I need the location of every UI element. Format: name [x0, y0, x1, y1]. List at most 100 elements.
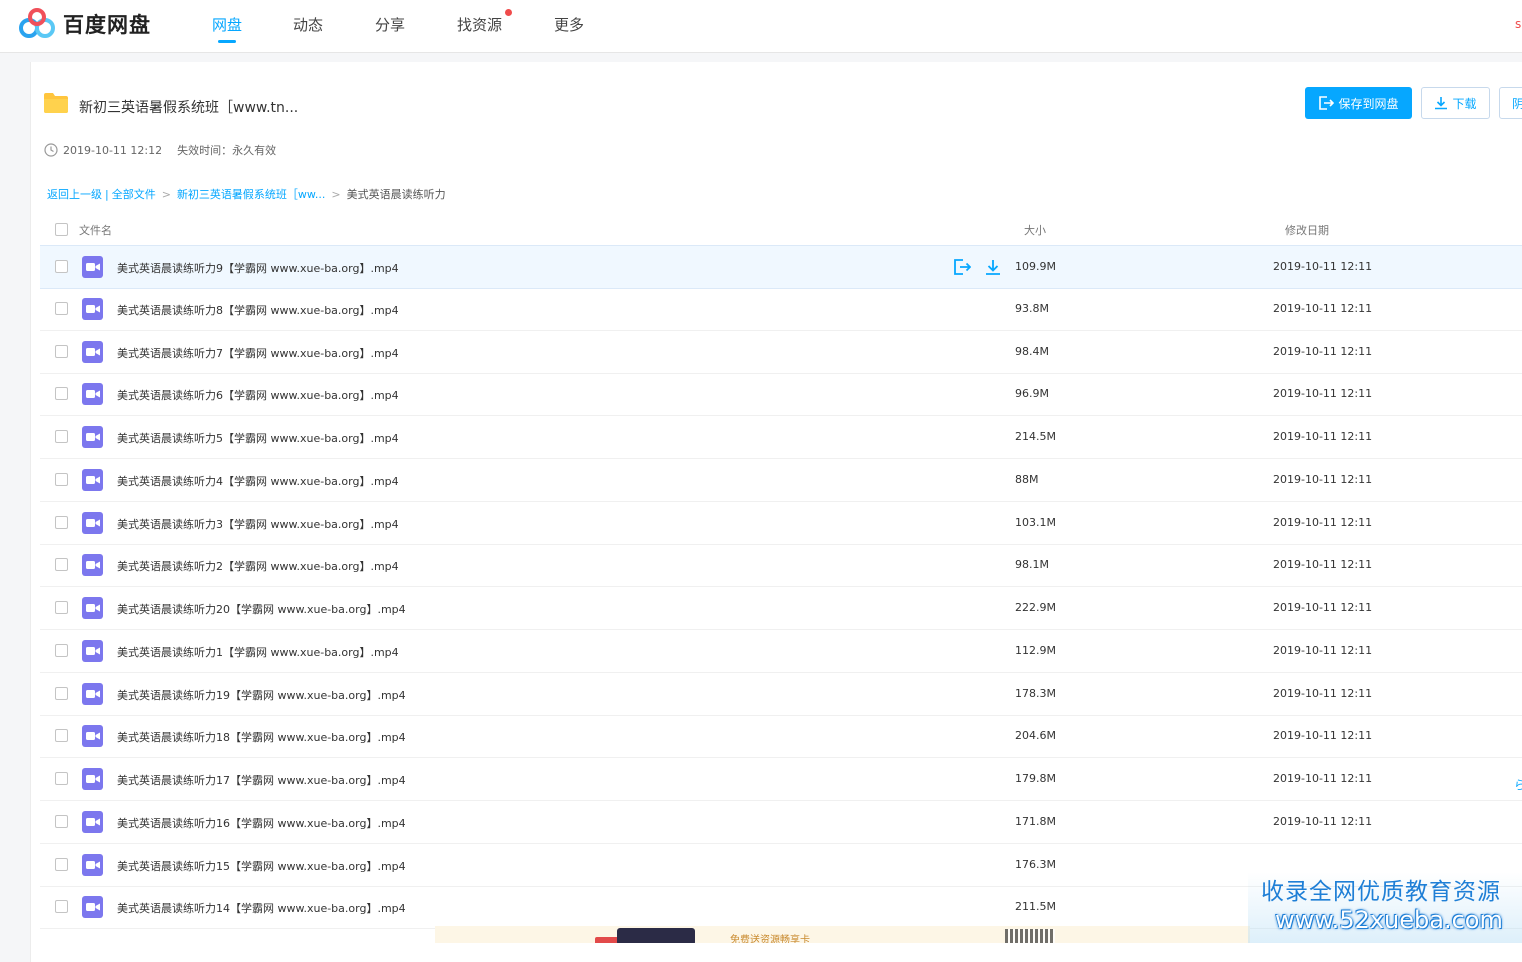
folder-icon	[44, 93, 68, 113]
file-name[interactable]: 美式英语晨读练听力18【学霸网 www.xue-ba.org】.mp4	[117, 729, 406, 745]
table-row[interactable]: 美式英语晨读练听力2【学霸网 www.xue-ba.org】.mp4 98.1M 2…	[40, 544, 1522, 587]
video-file-icon	[82, 854, 103, 876]
file-name[interactable]: 美式英语晨读练听力8【学霸网 www.xue-ba.org】.mp4	[117, 302, 399, 318]
breadcrumb-folder[interactable]: 新初三英语暑假系统班［ww...	[177, 188, 325, 201]
file-name[interactable]: 美式英语晨读练听力7【学霸网 www.xue-ba.org】.mp4	[117, 345, 399, 361]
table-row[interactable]: 美式英语晨读练听力6【学霸网 www.xue-ba.org】.mp4 96.9M 2…	[40, 373, 1522, 416]
row-download-icon[interactable]	[984, 258, 1002, 276]
file-modified-date: 2019-10-11 12:11	[1273, 815, 1373, 828]
row-checkbox[interactable]	[55, 644, 68, 657]
row-checkbox[interactable]	[55, 260, 68, 273]
promo-banner[interactable]: 免费送资源畅享卡	[435, 926, 1250, 943]
table-row[interactable]: 美式英语晨读练听力20【学霸网 www.xue-ba.org】.mp4 222.9…	[40, 587, 1522, 630]
watermark-url: www.52xueba.com	[1275, 906, 1503, 934]
file-modified-date: 2019-10-11 12:11	[1273, 260, 1373, 273]
file-name[interactable]: 美式英语晨读练听力14【学霸网 www.xue-ba.org】.mp4	[117, 900, 406, 916]
breadcrumb-back[interactable]: 返回上一级	[47, 188, 102, 201]
save-to-netdisk-button[interactable]: 保存到网盘	[1305, 87, 1412, 119]
file-modified-date: 2019-10-11 12:11	[1273, 430, 1373, 443]
video-file-icon	[82, 683, 103, 705]
file-name[interactable]: 美式英语晨读练听力6【学霸网 www.xue-ba.org】.mp4	[117, 387, 399, 403]
row-checkbox[interactable]	[55, 473, 68, 486]
file-modified-date: 2019-10-11 12:11	[1273, 644, 1373, 657]
row-checkbox[interactable]	[55, 687, 68, 700]
more-button-label: 阴	[1512, 96, 1522, 111]
video-file-icon	[82, 725, 103, 747]
file-modified-date: 2019-10-11 12:11	[1273, 601, 1373, 614]
file-size: 178.3M	[1015, 687, 1056, 700]
row-checkbox[interactable]	[55, 772, 68, 785]
video-file-icon	[82, 512, 103, 534]
column-header-date[interactable]: 修改日期	[1285, 222, 1329, 238]
table-row[interactable]: 美式英语晨读练听力18【学霸网 www.xue-ba.org】.mp4 204.6…	[40, 715, 1522, 758]
table-row[interactable]: 美式英语晨读练听力3【学霸网 www.xue-ba.org】.mp4 103.1M…	[40, 502, 1522, 545]
row-checkbox[interactable]	[55, 815, 68, 828]
file-name[interactable]: 美式英语晨读练听力19【学霸网 www.xue-ba.org】.mp4	[117, 687, 406, 703]
column-header-size[interactable]: 大小	[1024, 222, 1046, 238]
row-checkbox[interactable]	[55, 387, 68, 400]
share-content-panel: 新初三英语暑假系统班［www.tn... 保存到网盘 下载 阴 2019-10-…	[30, 62, 1522, 962]
baidu-netdisk-logo-icon[interactable]	[18, 8, 56, 40]
table-row[interactable]: 美式英语晨读练听力1【学霸网 www.xue-ba.org】.mp4 112.9M…	[40, 630, 1522, 673]
table-row[interactable]: 美式英语晨读练听力9【学霸网 www.xue-ba.org】.mp4 109.9M…	[40, 245, 1522, 289]
promo-card-image	[617, 928, 695, 943]
file-name[interactable]: 美式英语晨读练听力5【学霸网 www.xue-ba.org】.mp4	[117, 430, 399, 446]
file-size: 98.4M	[1015, 345, 1049, 358]
table-row[interactable]: 美式英语晨读练听力8【学霸网 www.xue-ba.org】.mp4 93.8M 2…	[40, 288, 1522, 331]
file-name[interactable]: 美式英语晨读练听力9【学霸网 www.xue-ba.org】.mp4	[117, 260, 399, 276]
file-size: 112.9M	[1015, 644, 1056, 657]
row-checkbox[interactable]	[55, 302, 68, 315]
row-checkbox[interactable]	[55, 345, 68, 358]
row-checkbox[interactable]	[55, 558, 68, 571]
file-size: 211.5M	[1015, 900, 1056, 913]
file-name[interactable]: 美式英语晨读练听力16【学霸网 www.xue-ba.org】.mp4	[117, 815, 406, 831]
row-save-icon[interactable]	[953, 258, 972, 276]
row-checkbox[interactable]	[55, 900, 68, 913]
video-file-icon	[82, 298, 103, 320]
breadcrumb-all-files[interactable]: 全部文件	[112, 188, 156, 201]
side-tool-icon[interactable]: ら	[1514, 776, 1522, 793]
nav-active-indicator	[218, 40, 236, 43]
file-size: 88M	[1015, 473, 1039, 486]
file-size: 176.3M	[1015, 858, 1056, 871]
save-button-label: 保存到网盘	[1338, 96, 1399, 111]
row-checkbox[interactable]	[55, 516, 68, 529]
table-row[interactable]: 美式英语晨读练听力7【学霸网 www.xue-ba.org】.mp4 98.4M 2…	[40, 331, 1522, 374]
table-row[interactable]: 美式英语晨读练听力5【学霸网 www.xue-ba.org】.mp4 214.5M…	[40, 416, 1522, 459]
file-name[interactable]: 美式英语晨读练听力15【学霸网 www.xue-ba.org】.mp4	[117, 858, 406, 874]
file-modified-date: 2019-10-11 12:11	[1273, 302, 1373, 315]
file-size: 179.8M	[1015, 772, 1056, 785]
file-name[interactable]: 美式英语晨读练听力2【学霸网 www.xue-ba.org】.mp4	[117, 558, 399, 574]
file-name[interactable]: 美式英语晨读练听力17【学霸网 www.xue-ba.org】.mp4	[117, 772, 406, 788]
save-icon	[1319, 96, 1335, 110]
file-name[interactable]: 美式英语晨读练听力20【学霸网 www.xue-ba.org】.mp4	[117, 601, 406, 617]
row-checkbox[interactable]	[55, 430, 68, 443]
file-name[interactable]: 美式英语晨读练听力4【学霸网 www.xue-ba.org】.mp4	[117, 473, 399, 489]
column-header-name[interactable]: 文件名	[79, 222, 112, 238]
row-checkbox[interactable]	[55, 729, 68, 742]
breadcrumb: 返回上一级 | 全部文件 > 新初三英语暑假系统班［ww... > 美式英语晨读练听力	[47, 186, 446, 202]
table-row[interactable]: 美式英语晨读练听力4【学霸网 www.xue-ba.org】.mp4 88M 201…	[40, 459, 1522, 502]
row-checkbox[interactable]	[55, 858, 68, 871]
row-checkbox[interactable]	[55, 601, 68, 614]
nav-more[interactable]: 更多	[554, 14, 584, 35]
nav-find-resources[interactable]: 找资源	[457, 14, 502, 35]
file-size: 96.9M	[1015, 387, 1049, 400]
table-row[interactable]: 美式英语晨读练听力17【学霸网 www.xue-ba.org】.mp4 179.8…	[40, 758, 1522, 801]
user-corner-text[interactable]: s	[1515, 17, 1521, 31]
file-size: 109.9M	[1015, 260, 1056, 273]
file-name[interactable]: 美式英语晨读练听力1【学霸网 www.xue-ba.org】.mp4	[117, 644, 399, 660]
more-actions-button[interactable]: 阴	[1499, 87, 1522, 119]
file-modified-date: 2019-10-11 12:11	[1273, 516, 1373, 529]
nav-share[interactable]: 分享	[375, 14, 405, 35]
breadcrumb-current: 美式英语晨读练听力	[346, 188, 446, 201]
download-button[interactable]: 下载	[1421, 87, 1490, 119]
logo-text[interactable]: 百度网盘	[63, 9, 151, 39]
select-all-checkbox[interactable]	[55, 223, 68, 236]
nav-activity[interactable]: 动态	[293, 14, 323, 35]
file-name[interactable]: 美式英语晨读练听力3【学霸网 www.xue-ba.org】.mp4	[117, 516, 399, 532]
breadcrumb-arrow: >	[161, 188, 171, 201]
table-row[interactable]: 美式英语晨读练听力19【学霸网 www.xue-ba.org】.mp4 178.3…	[40, 673, 1522, 716]
table-row[interactable]: 美式英语晨读练听力16【学霸网 www.xue-ba.org】.mp4 171.8…	[40, 801, 1522, 844]
nav-netdisk[interactable]: 网盘	[212, 14, 242, 35]
